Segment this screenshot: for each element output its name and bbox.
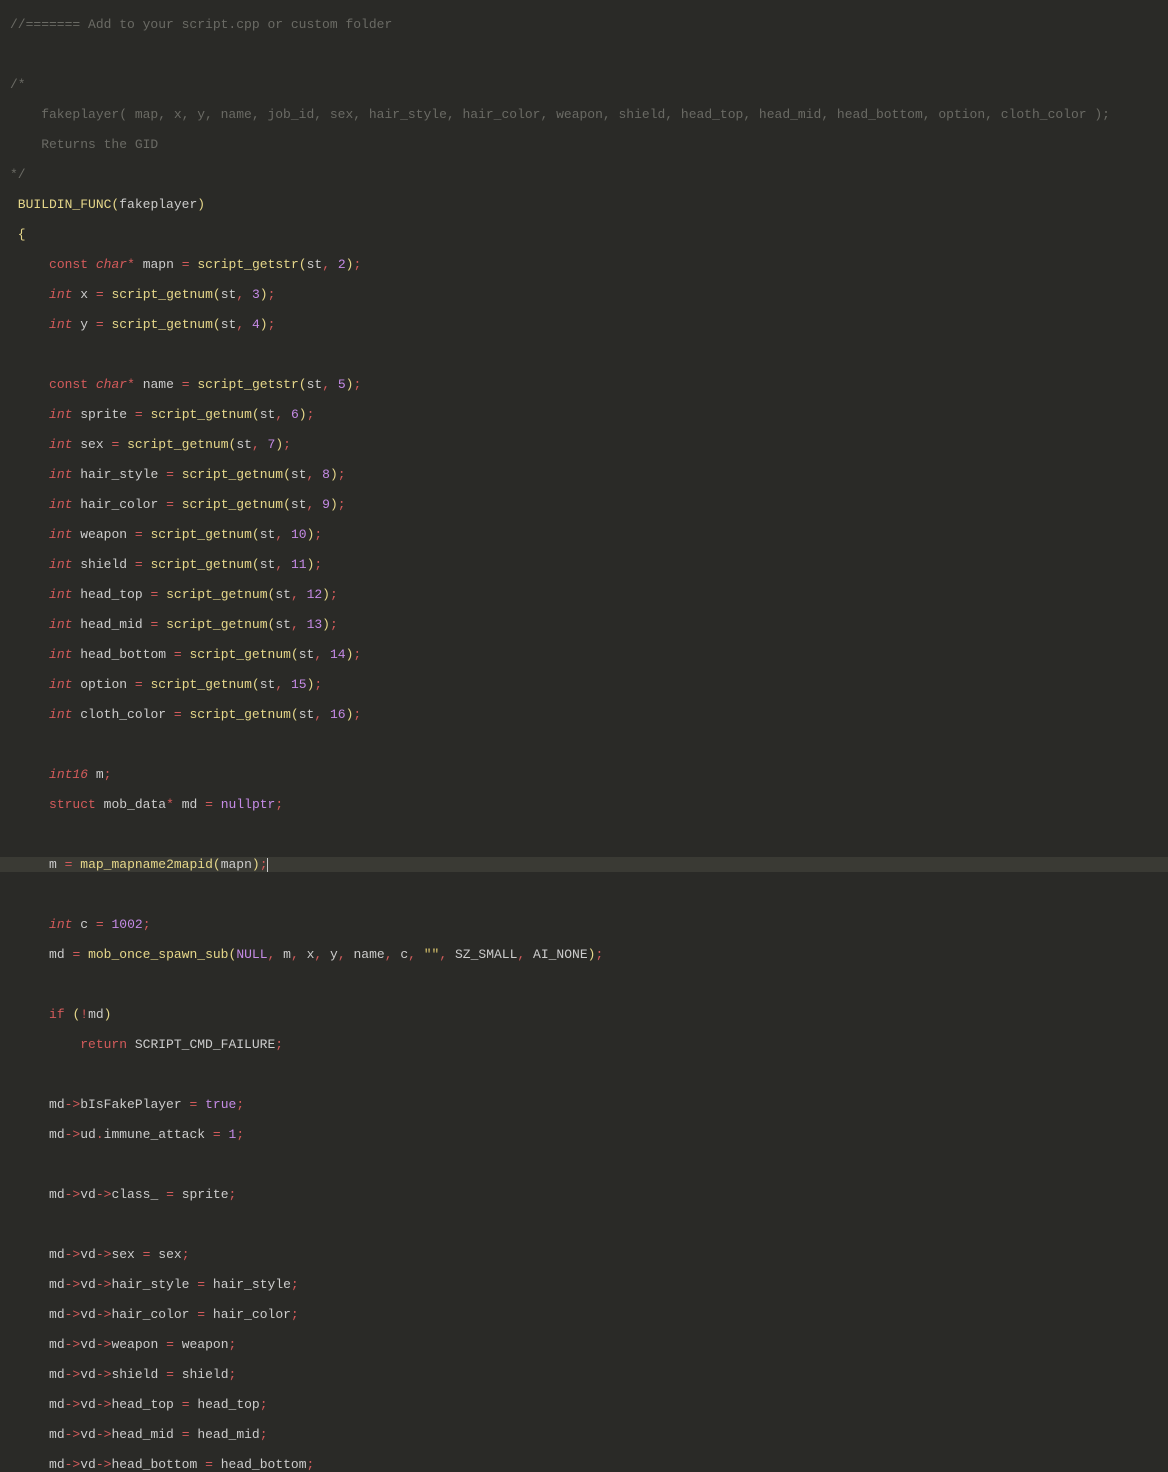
code-line: return SCRIPT_CMD_FAILURE; — [0, 1037, 1168, 1052]
code-line: int c = 1002; — [0, 917, 1168, 932]
code-line: /* — [0, 77, 1168, 92]
text-cursor — [267, 858, 268, 872]
code-line: */ — [0, 167, 1168, 182]
code-line — [0, 887, 1168, 902]
code-line: md->vd->sex = sex; — [0, 1247, 1168, 1262]
code-line: const char* mapn = script_getstr(st, 2); — [0, 257, 1168, 272]
code-line: md->vd->hair_color = hair_color; — [0, 1307, 1168, 1322]
code-line: struct mob_data* md = nullptr; — [0, 797, 1168, 812]
code-line: int weapon = script_getnum(st, 10); — [0, 527, 1168, 542]
code-line: int cloth_color = script_getnum(st, 16); — [0, 707, 1168, 722]
code-line-current: m = map_mapname2mapid(mapn); — [0, 857, 1168, 872]
code-line — [0, 47, 1168, 62]
code-line — [0, 827, 1168, 842]
code-line: int hair_style = script_getnum(st, 8); — [0, 467, 1168, 482]
code-line: int head_mid = script_getnum(st, 13); — [0, 617, 1168, 632]
code-line: md->vd->class_ = sprite; — [0, 1187, 1168, 1202]
code-line: int head_bottom = script_getnum(st, 14); — [0, 647, 1168, 662]
code-line — [0, 737, 1168, 752]
code-line: int option = script_getnum(st, 15); — [0, 677, 1168, 692]
code-line: int y = script_getnum(st, 4); — [0, 317, 1168, 332]
code-line: int sprite = script_getnum(st, 6); — [0, 407, 1168, 422]
code-line: Returns the GID — [0, 137, 1168, 152]
code-line — [0, 347, 1168, 362]
code-line: md->ud.immune_attack = 1; — [0, 1127, 1168, 1142]
code-line: md->vd->head_top = head_top; — [0, 1397, 1168, 1412]
code-line: if (!md) — [0, 1007, 1168, 1022]
code-line — [0, 1067, 1168, 1082]
code-line: md->vd->weapon = weapon; — [0, 1337, 1168, 1352]
code-line: int hair_color = script_getnum(st, 9); — [0, 497, 1168, 512]
code-editor[interactable]: //======= Add to your script.cpp or cust… — [0, 0, 1168, 1472]
code-line: { — [0, 227, 1168, 242]
code-line — [0, 977, 1168, 992]
code-line — [0, 1157, 1168, 1172]
code-line: const char* name = script_getstr(st, 5); — [0, 377, 1168, 392]
code-line: md->vd->head_bottom = head_bottom; — [0, 1457, 1168, 1472]
code-line: int shield = script_getnum(st, 11); — [0, 557, 1168, 572]
code-line — [0, 1217, 1168, 1232]
code-line: md->vd->hair_style = hair_style; — [0, 1277, 1168, 1292]
code-line: int x = script_getnum(st, 3); — [0, 287, 1168, 302]
code-line: BUILDIN_FUNC(fakeplayer) — [0, 197, 1168, 212]
code-line: int head_top = script_getnum(st, 12); — [0, 587, 1168, 602]
code-line: md->vd->head_mid = head_mid; — [0, 1427, 1168, 1442]
code-line: //======= Add to your script.cpp or cust… — [0, 17, 1168, 32]
code-line: md = mob_once_spawn_sub(NULL, m, x, y, n… — [0, 947, 1168, 962]
code-line: fakeplayer( map, x, y, name, job_id, sex… — [0, 107, 1168, 122]
code-line: md->bIsFakePlayer = true; — [0, 1097, 1168, 1112]
code-line: int16 m; — [0, 767, 1168, 782]
code-line: md->vd->shield = shield; — [0, 1367, 1168, 1382]
code-line: int sex = script_getnum(st, 7); — [0, 437, 1168, 452]
